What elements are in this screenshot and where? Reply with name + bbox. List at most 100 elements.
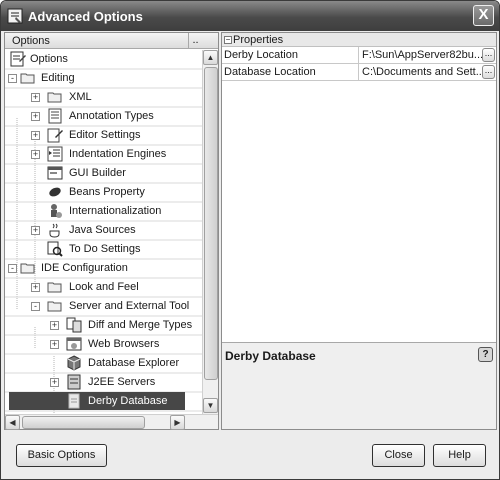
expand-toggle[interactable]: + bbox=[31, 93, 40, 102]
scroll-up-button[interactable]: ▲ bbox=[203, 50, 218, 65]
collapse-toggle[interactable]: - bbox=[8, 74, 17, 83]
form-icon bbox=[47, 166, 63, 180]
tree-item-gui-builder[interactable]: GUI Builder bbox=[5, 164, 202, 183]
tree-item-label: Editor Settings bbox=[69, 129, 141, 141]
todo-icon bbox=[47, 241, 63, 257]
tree-item-label: Database Explorer bbox=[88, 357, 180, 369]
description-area: Derby Database ? bbox=[222, 342, 496, 429]
tree-item-label: Annotation Types bbox=[69, 110, 154, 122]
i18n-icon bbox=[51, 204, 62, 218]
tree-item-xml[interactable]: + XML bbox=[5, 88, 202, 107]
advanced-options-dialog: Advanced Options X Options .. Options - … bbox=[0, 0, 500, 480]
scroll-down-button[interactable]: ▼ bbox=[203, 398, 218, 413]
tree-item-label: Java Sources bbox=[69, 224, 136, 236]
tree-item-label: IDE Configuration bbox=[41, 262, 128, 274]
scroll-thumb[interactable] bbox=[204, 67, 218, 380]
options-icon bbox=[10, 51, 26, 67]
property-row-derby-location[interactable]: Derby Location F:\Sun\AppServer82bu... .… bbox=[222, 47, 496, 64]
folder-icon bbox=[47, 282, 62, 293]
browser-icon bbox=[66, 337, 82, 351]
help-icon[interactable]: ? bbox=[478, 347, 493, 362]
column-menu-button[interactable]: .. bbox=[188, 33, 202, 48]
property-row-database-location[interactable]: Database Location C:\Documents and Sett.… bbox=[222, 64, 496, 81]
folder-open-icon bbox=[47, 301, 62, 312]
tree-item-options[interactable]: Options bbox=[5, 50, 202, 69]
browse-button[interactable]: ... bbox=[482, 65, 495, 79]
basic-options-button[interactable]: Basic Options bbox=[16, 444, 107, 467]
tree-item-label: Web Browsers bbox=[88, 338, 160, 350]
edit-icon bbox=[47, 128, 63, 143]
close-button[interactable]: Close bbox=[372, 444, 425, 467]
tree-item-diff-and-merge-types[interactable]: + Diff and Merge Types bbox=[5, 316, 202, 335]
tree-item-j2ee-servers[interactable]: + J2EE Servers bbox=[5, 373, 202, 392]
expand-toggle[interactable]: + bbox=[31, 131, 40, 140]
tree-item-annotation-types[interactable]: + Annotation Types bbox=[5, 107, 202, 126]
property-name: Derby Location bbox=[224, 49, 298, 61]
options-tree[interactable]: Options - Editing + XML + Annotation Typ… bbox=[5, 50, 202, 414]
scroll-left-button[interactable]: ◀ bbox=[5, 415, 20, 430]
server-icon bbox=[67, 374, 81, 390]
database-icon bbox=[67, 355, 81, 371]
tree-item-to-do-settings[interactable]: To Do Settings bbox=[5, 240, 202, 259]
property-name: Database Location bbox=[224, 66, 316, 78]
tree-item-editor-settings[interactable]: + Editor Settings bbox=[5, 126, 202, 145]
tree-item-indentation-engines[interactable]: + Indentation Engines bbox=[5, 145, 202, 164]
tree-item-derby-database[interactable]: Derby Database bbox=[5, 392, 202, 411]
column-divider[interactable] bbox=[358, 47, 359, 63]
tree-item-label: Beans Property bbox=[69, 186, 145, 198]
browse-button[interactable]: ... bbox=[482, 48, 495, 62]
expand-toggle[interactable]: + bbox=[50, 321, 59, 330]
app-icon bbox=[7, 8, 23, 24]
options-header: Options .. bbox=[5, 33, 218, 49]
java-icon bbox=[49, 223, 60, 238]
tree-item-server-and-external-tool[interactable]: - Server and External Tool bbox=[5, 297, 202, 316]
tree-item-database-explorer[interactable]: Database Explorer bbox=[5, 354, 202, 373]
description-title: Derby Database bbox=[225, 349, 316, 363]
scroll-right-button[interactable]: ▶ bbox=[170, 415, 185, 430]
expand-toggle[interactable]: + bbox=[31, 112, 40, 121]
property-value[interactable]: F:\Sun\AppServer82bu... bbox=[362, 49, 482, 61]
title-bar[interactable]: Advanced Options X bbox=[1, 1, 499, 31]
diff-icon bbox=[66, 317, 82, 333]
column-divider[interactable] bbox=[358, 64, 359, 80]
tree-item-label: GUI Builder bbox=[69, 167, 126, 179]
property-value[interactable]: C:\Documents and Sett... bbox=[362, 66, 482, 78]
collapse-toggle[interactable]: - bbox=[31, 302, 40, 311]
bean-icon bbox=[49, 187, 61, 197]
options-panel: Options .. Options - Editing + XML + Ann… bbox=[4, 32, 219, 430]
properties-header: − Properties bbox=[222, 33, 496, 47]
tree-item-look-and-feel[interactable]: + Look and Feel bbox=[5, 278, 202, 297]
tree-item-label: Indentation Engines bbox=[69, 148, 167, 160]
tree-item-label: XML bbox=[69, 91, 92, 103]
collapse-toggle[interactable]: - bbox=[8, 264, 17, 273]
help-button[interactable]: Help bbox=[433, 444, 486, 467]
horizontal-scroll-thumb[interactable] bbox=[22, 416, 145, 429]
tree-item-java-sources[interactable]: + Java Sources bbox=[5, 221, 202, 240]
tree-item-ide-configuration[interactable]: - IDE Configuration bbox=[5, 259, 202, 278]
derby-icon bbox=[68, 393, 80, 409]
expand-toggle[interactable]: + bbox=[31, 150, 40, 159]
tree-item-beans-property[interactable]: Beans Property bbox=[5, 183, 202, 202]
options-horizontal-scrollbar[interactable]: ◀ ▶ bbox=[5, 414, 218, 430]
tree-item-label: Look and Feel bbox=[69, 281, 139, 293]
window-title: Advanced Options bbox=[28, 9, 143, 24]
expand-toggle[interactable]: + bbox=[50, 340, 59, 349]
tree-item-label: To Do Settings bbox=[69, 243, 141, 255]
expand-toggle[interactable]: + bbox=[31, 226, 40, 235]
tree-item-label: Options bbox=[30, 53, 68, 65]
tree-item-label: Derby Database bbox=[88, 395, 168, 407]
options-vertical-scrollbar[interactable]: ▲ ▼ bbox=[202, 50, 218, 414]
expand-toggle[interactable]: + bbox=[31, 283, 40, 292]
folder-icon bbox=[47, 92, 62, 103]
collapse-properties-toggle[interactable]: − bbox=[224, 36, 232, 44]
expand-toggle[interactable]: + bbox=[50, 378, 59, 387]
tree-item-editing[interactable]: - Editing bbox=[5, 69, 202, 88]
tree-item-label: Editing bbox=[41, 72, 75, 84]
tree-item-internationalization[interactable]: Internationalization bbox=[5, 202, 202, 221]
folder-open-icon bbox=[20, 73, 35, 84]
tree-item-label: Server and External Tool bbox=[69, 300, 190, 312]
list-icon bbox=[48, 108, 62, 124]
close-window-button[interactable]: X bbox=[473, 5, 494, 26]
tree-item-web-browsers[interactable]: + Web Browsers bbox=[5, 335, 202, 354]
tree-item-label: Internationalization bbox=[69, 205, 162, 217]
